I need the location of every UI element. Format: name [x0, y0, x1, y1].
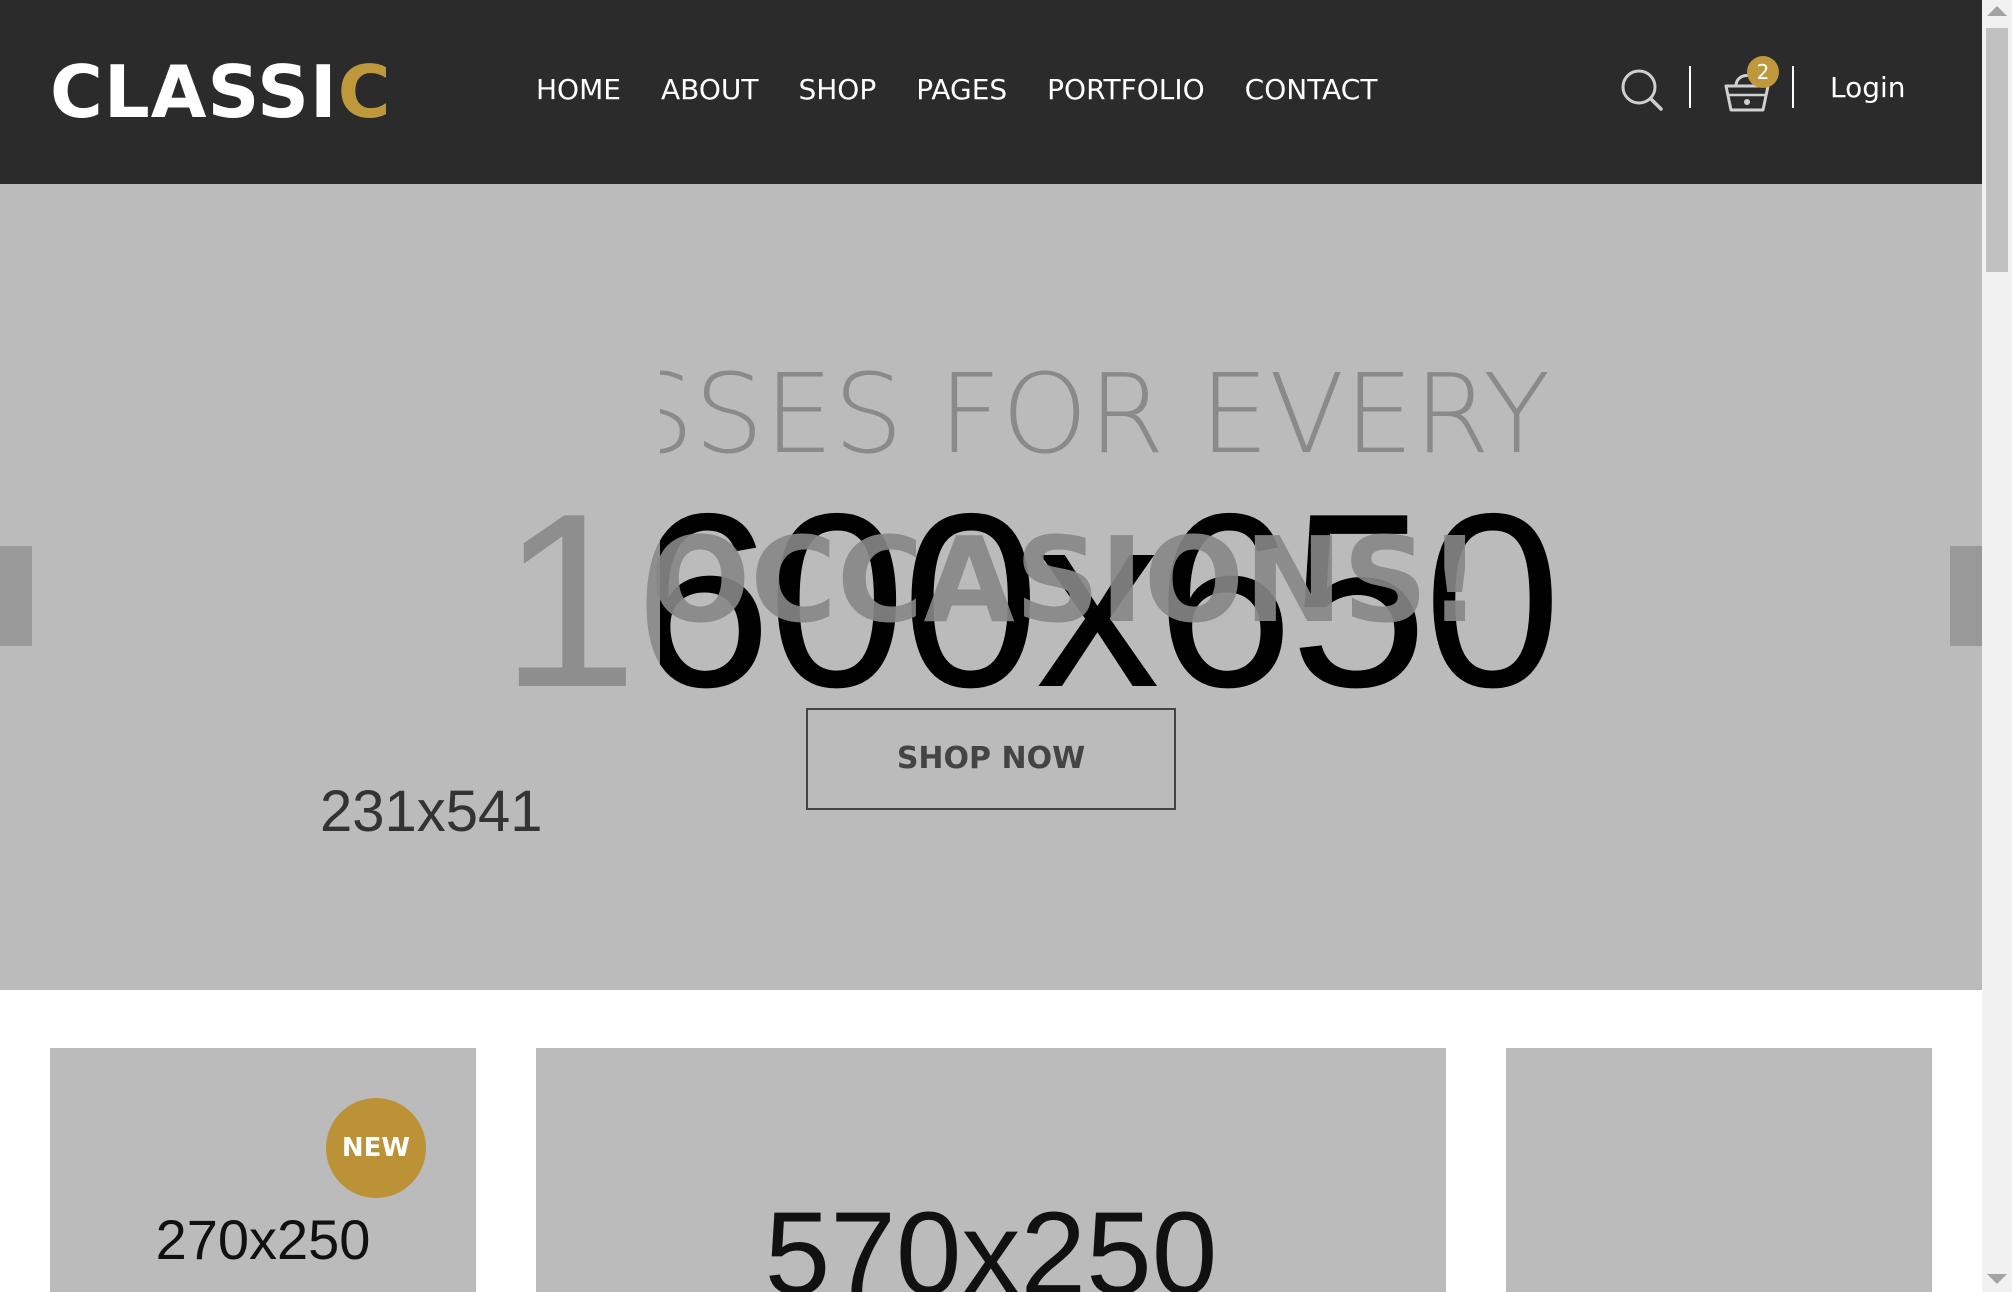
nav-home[interactable]: HOME: [536, 68, 641, 112]
login-link[interactable]: Login: [1830, 66, 1906, 110]
header-divider: [1689, 66, 1691, 108]
site-header: CLASSIC HOME ABOUT SHOP PAGES PORTFOLIO …: [0, 0, 1982, 184]
scroll-up-arrow-icon[interactable]: [1987, 6, 2007, 16]
hero-placeholder-label-overlap: 1600x650: [500, 461, 660, 739]
cart-count-badge: 2: [1747, 56, 1779, 88]
search-icon: [1621, 69, 1663, 111]
nav-shop[interactable]: SHOP: [778, 68, 896, 112]
site-logo[interactable]: CLASSIC: [50, 52, 392, 132]
hero-subline: OCCASIONS!: [650, 511, 1482, 649]
logo-text: CLASSI: [50, 50, 338, 134]
side-image-label: 231x541: [320, 779, 543, 844]
tile-image-label: 270x250: [155, 1208, 371, 1271]
scrollbar-thumb[interactable]: [1986, 28, 2008, 272]
tile-image-label: 570x250: [764, 1188, 1218, 1292]
shop-now-button[interactable]: SHOP NOW: [806, 708, 1176, 810]
nav-portfolio[interactable]: PORTFOLIO: [1027, 68, 1225, 112]
nav-pages[interactable]: PAGES: [896, 68, 1027, 112]
hero-slider: 1600x650 1600x650 231x541 GLASSES FOR EV…: [0, 184, 1982, 990]
hero-headline: GLASSES FOR EVERY: [660, 354, 1551, 474]
hero-side-image: 1600x650 231x541: [200, 282, 660, 990]
scroll-down-arrow-icon[interactable]: [1987, 1274, 2007, 1284]
nav-about[interactable]: ABOUT: [641, 68, 779, 112]
slider-prev-button[interactable]: [0, 546, 32, 646]
product-tile[interactable]: [1506, 1048, 1932, 1292]
header-divider: [1792, 66, 1794, 108]
product-tile[interactable]: 570x250: [536, 1048, 1446, 1292]
slider-next-button[interactable]: [1950, 546, 1982, 646]
new-badge: NEW: [326, 1098, 426, 1198]
product-tile[interactable]: NEW 270x250: [50, 1048, 476, 1292]
logo-accent-letter: C: [337, 50, 392, 134]
main-nav: HOME ABOUT SHOP PAGES PORTFOLIO CONTACT: [536, 68, 1397, 112]
nav-contact[interactable]: CONTACT: [1225, 68, 1398, 112]
search-button[interactable]: [1620, 68, 1664, 112]
